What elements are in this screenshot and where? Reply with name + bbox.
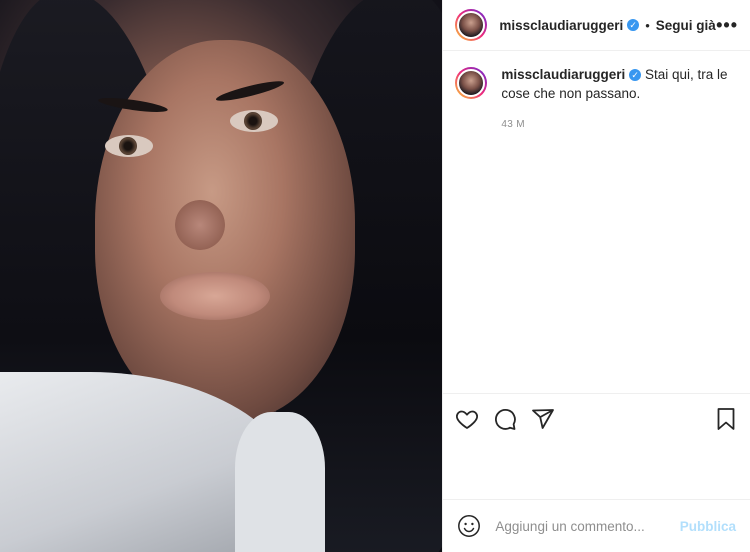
caption-body: missclaudiaruggeri ✓ Stai qui, tra le cos… <box>501 65 738 134</box>
photo-nose <box>175 200 225 250</box>
username-link[interactable]: missclaudiaruggeri <box>499 18 623 33</box>
post-sidebar: missclaudiaruggeri ✓ • Segui già ••• mis… <box>442 0 750 552</box>
like-button[interactable] <box>455 407 479 431</box>
save-button[interactable] <box>714 407 738 431</box>
publish-button[interactable]: Pubblica <box>680 519 736 534</box>
action-bar <box>443 393 750 444</box>
bookmark-icon <box>717 408 735 430</box>
verified-badge-icon: ✓ <box>629 69 642 82</box>
emoji-icon[interactable] <box>457 514 481 538</box>
comment-bar: Pubblica <box>443 499 750 552</box>
comment-icon <box>495 408 517 430</box>
verified-badge-icon: ✓ <box>627 19 640 31</box>
post-container: missclaudiaruggeri ✓ • Segui già ••• mis… <box>0 0 750 552</box>
share-button[interactable] <box>531 407 555 431</box>
share-icon <box>532 409 555 429</box>
avatar-image <box>457 11 486 39</box>
comment-input[interactable] <box>493 517 680 535</box>
separator-dot: • <box>645 17 650 33</box>
comment-button[interactable] <box>493 407 517 431</box>
photo-shirt-collar <box>235 412 325 552</box>
caption: missclaudiaruggeri ✓ Stai qui, tra le cos… <box>443 51 750 134</box>
post-photo[interactable] <box>0 0 443 552</box>
caption-username-link[interactable]: missclaudiaruggeri <box>501 67 625 82</box>
post-header: missclaudiaruggeri ✓ • Segui già ••• <box>443 0 750 51</box>
heart-icon <box>456 410 479 429</box>
photo-lips <box>160 272 270 320</box>
follow-status-button[interactable]: Segui già <box>656 18 716 33</box>
photo-eye-right <box>230 110 278 132</box>
more-options-icon[interactable]: ••• <box>716 16 738 34</box>
post-timestamp[interactable]: 43 m <box>501 115 738 134</box>
avatar-image <box>457 69 486 97</box>
caption-avatar[interactable] <box>455 67 488 99</box>
photo-eye-left <box>105 135 153 157</box>
avatar[interactable] <box>455 9 488 41</box>
